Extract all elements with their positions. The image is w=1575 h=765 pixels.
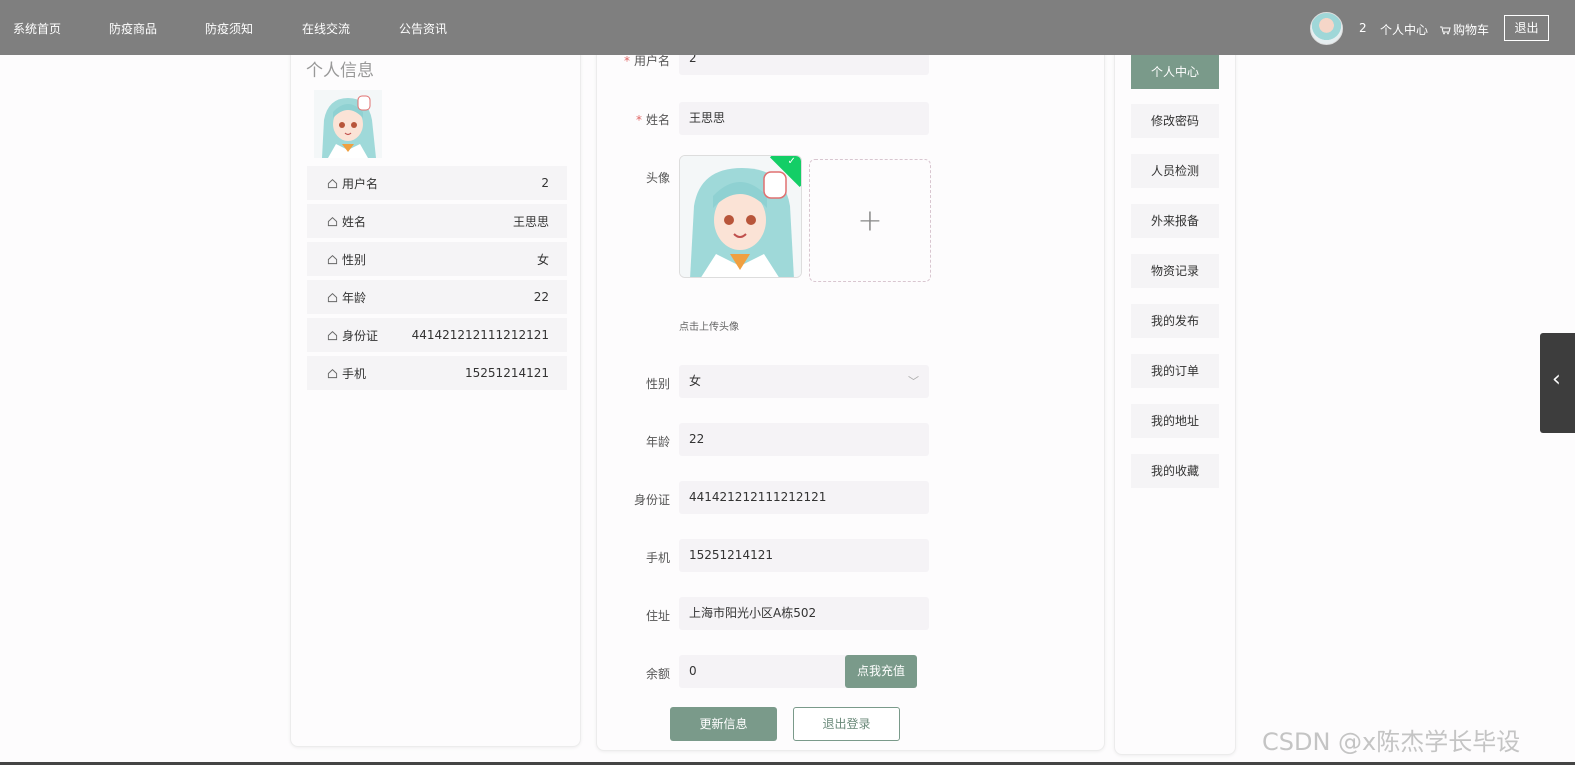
home-icon — [327, 216, 338, 226]
profile-row-value: 王思思 — [512, 214, 549, 229]
avatar-upload-box[interactable]: + — [809, 159, 931, 282]
logout-account-button[interactable]: 退出登录 — [793, 707, 900, 741]
update-info-button[interactable]: 更新信息 — [670, 707, 777, 741]
name-label: * 姓名 — [600, 111, 670, 128]
chevron-down-icon: ﹀ — [908, 375, 919, 388]
home-icon — [327, 292, 338, 302]
username-label: 2 — [1359, 21, 1367, 35]
home-icon — [327, 178, 338, 188]
watermark: CSDN @x陈杰学长毕设 — [1262, 728, 1521, 756]
menu-personal-center[interactable]: 个人中心 — [1131, 55, 1219, 89]
menu-supply-records[interactable]: 物资记录 — [1131, 254, 1219, 288]
nav-notice[interactable]: 防疫须知 — [205, 20, 253, 37]
nav-home[interactable]: 系统首页 — [13, 20, 61, 37]
cart-icon — [1440, 26, 1451, 34]
balance-input[interactable]: 0 — [679, 655, 849, 688]
profile-row-label: 姓名 — [342, 214, 367, 229]
profile-row-value: 女 — [536, 252, 549, 267]
avatar-preview[interactable]: ✓ — [679, 155, 802, 278]
recharge-button[interactable]: 点我充值 — [845, 655, 917, 688]
menu-visitor-report[interactable]: 外来报备 — [1131, 204, 1219, 238]
gender-value: 女 — [689, 374, 702, 388]
profile-row-phone: 手机 15251214121 — [307, 356, 567, 390]
profile-row-value: 22 — [533, 290, 549, 304]
home-icon — [327, 368, 338, 378]
age-input[interactable]: 22 — [679, 423, 929, 456]
profile-row-name: 姓名 王思思 — [307, 204, 567, 238]
top-nav-bar: 系统首页 防疫商品 防疫须知 在线交流 公告资讯 2 个人中心 购物车 退出 — [0, 0, 1575, 55]
nav-news[interactable]: 公告资讯 — [399, 20, 447, 37]
gender-select[interactable]: 女 ﹀ — [679, 365, 929, 398]
avatar-upload-hint: 点击上传头像 — [679, 322, 739, 333]
menu-my-address[interactable]: 我的地址 — [1131, 404, 1219, 438]
profile-row-gender: 性别 女 — [307, 242, 567, 276]
cart-link[interactable]: 购物车 — [1439, 21, 1489, 38]
address-input[interactable]: 上海市阳光小区A栋502 — [679, 597, 929, 630]
check-icon: ✓ — [787, 155, 796, 167]
balance-label: 余额 — [645, 667, 670, 681]
profile-row-value: 441421212111212121 — [411, 328, 549, 342]
profile-row-value: 2 — [541, 176, 549, 190]
plus-icon: + — [857, 203, 883, 238]
gender-label: 性别 — [645, 377, 670, 391]
phone-input[interactable]: 15251214121 — [679, 539, 929, 572]
username-label-text: 用户名 — [633, 54, 670, 68]
personal-center-link[interactable]: 个人中心 — [1380, 21, 1428, 38]
profile-row-label: 身份证 — [342, 328, 379, 343]
profile-row-value: 15251214121 — [465, 366, 549, 380]
menu-my-posts[interactable]: 我的发布 — [1131, 304, 1219, 338]
required-mark: * — [635, 113, 642, 127]
profile-title: 个人信息 — [306, 61, 374, 81]
profile-row-label: 性别 — [342, 252, 367, 267]
side-drawer-toggle[interactable]: ‹ — [1540, 333, 1575, 433]
avatar-label: 头像 — [645, 171, 670, 185]
menu-change-password[interactable]: 修改密码 — [1131, 104, 1219, 138]
id-input[interactable]: 441421212111212121 — [679, 481, 929, 514]
profile-row-label: 年龄 — [342, 290, 367, 305]
home-icon — [327, 254, 338, 264]
profile-row-label: 手机 — [342, 366, 367, 381]
logout-button[interactable]: 退出 — [1504, 15, 1549, 41]
profile-row-label: 用户名 — [342, 176, 379, 191]
menu-my-favorites[interactable]: 我的收藏 — [1131, 454, 1219, 488]
nav-forum[interactable]: 在线交流 — [302, 20, 350, 37]
profile-row-username: 用户名 2 — [307, 166, 567, 200]
user-avatar[interactable] — [1310, 12, 1343, 45]
profile-avatar — [314, 90, 382, 158]
profile-row-id: 身份证 441421212111212121 — [307, 318, 567, 352]
address-label: 住址 — [645, 609, 670, 623]
required-mark: * — [623, 54, 630, 68]
phone-label: 手机 — [645, 551, 670, 565]
profile-row-age: 年龄 22 — [307, 280, 567, 314]
nav-products[interactable]: 防疫商品 — [109, 20, 157, 37]
home-icon — [327, 330, 338, 340]
chevron-left-icon: ‹ — [1552, 367, 1561, 392]
menu-my-orders[interactable]: 我的订单 — [1131, 354, 1219, 388]
id-label: 身份证 — [633, 493, 670, 507]
menu-personnel-check[interactable]: 人员检测 — [1131, 154, 1219, 188]
name-label-text: 姓名 — [645, 113, 670, 127]
cart-label: 购物车 — [1453, 23, 1490, 37]
age-label: 年龄 — [645, 435, 670, 449]
name-input[interactable]: 王思思 — [679, 102, 929, 135]
